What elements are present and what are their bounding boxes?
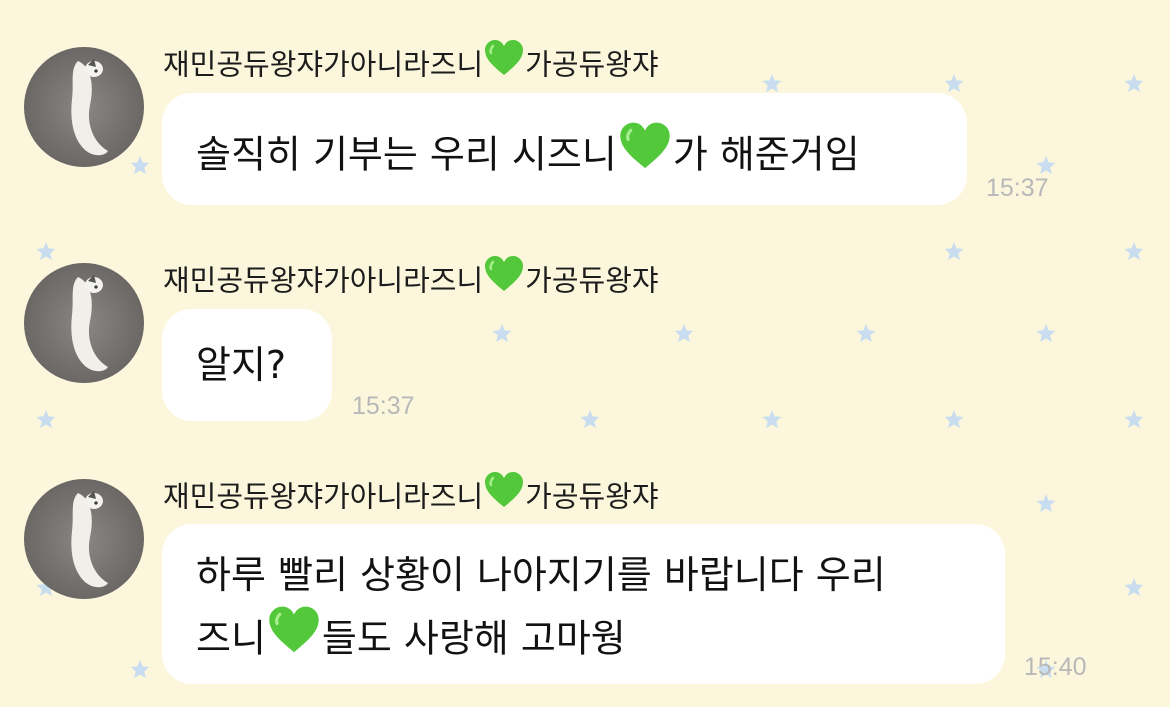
star-icon	[944, 74, 964, 93]
cat-photo-icon	[71, 491, 108, 588]
timestamp: 15:37	[986, 174, 1049, 202]
star-icon	[944, 242, 964, 261]
star-icon	[1124, 578, 1144, 597]
star-icon	[580, 410, 600, 429]
message-line: 하루 빨리 상황이 나아지기를 바랍니다 우리	[196, 553, 886, 597]
star-icon	[36, 242, 56, 261]
star-icon	[762, 74, 782, 93]
star-icon	[1124, 410, 1144, 429]
message-bubble[interactable]: 하루 빨리 상황이 나아지기를 바랍니다 우리 즈니 들도 사랑해 고마웡	[162, 524, 1005, 684]
sender-name: 재민공듀왕쟈가아니라즈니 가공듀왕쟈	[163, 470, 659, 515]
cat-photo-icon	[71, 275, 108, 372]
cat-photo-icon	[71, 59, 108, 156]
star-icon	[492, 324, 512, 343]
green-heart-icon	[620, 122, 670, 169]
star-icon	[1124, 74, 1144, 93]
green-heart-icon	[485, 472, 524, 507]
timestamp: 15:40	[1024, 653, 1087, 681]
star-icon	[944, 410, 964, 429]
message-line: 솔직히 기부는 우리 시즈니 가 해준거임	[196, 120, 933, 183]
star-icon	[1036, 324, 1056, 343]
green-heart-icon	[485, 256, 524, 291]
sender-name: 재민공듀왕쟈가아니라즈니 가공듀왕쟈	[163, 254, 659, 299]
star-icon	[856, 324, 876, 343]
timestamp: 15:37	[352, 392, 415, 420]
avatar[interactable]	[24, 479, 144, 599]
star-icon	[762, 410, 782, 429]
avatar[interactable]	[24, 263, 144, 383]
green-heart-icon	[269, 606, 319, 653]
star-icon	[674, 324, 694, 343]
star-icon	[1036, 156, 1056, 175]
message-bubble[interactable]: 솔직히 기부는 우리 시즈니 가 해준거임	[162, 93, 967, 205]
star-icon	[1124, 242, 1144, 261]
star-icon	[36, 410, 56, 429]
star-icon	[130, 660, 150, 679]
star-icon	[130, 156, 150, 175]
star-icon	[1036, 494, 1056, 513]
sender-name: 재민공듀왕쟈가아니라즈니 가공듀왕쟈	[163, 38, 659, 83]
avatar[interactable]	[24, 47, 144, 167]
message-line: 즈니 들도 사랑해 고마웡	[196, 604, 971, 667]
message-bubble[interactable]: 알지?	[162, 309, 332, 421]
green-heart-icon	[485, 40, 524, 75]
message-line: 알지?	[196, 343, 287, 387]
